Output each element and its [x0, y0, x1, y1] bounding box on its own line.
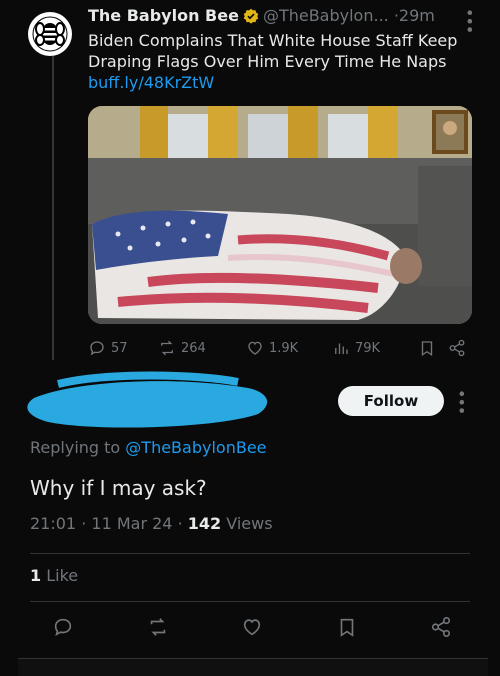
- reply-views-count: 142: [187, 514, 222, 533]
- reply-action-bar: [52, 614, 452, 640]
- author-name[interactable]: The Babylon Bee: [88, 6, 239, 25]
- like-count: 1.9K: [269, 340, 299, 356]
- replying-mention[interactable]: @TheBabylonBee: [125, 438, 266, 457]
- tweet-screen: The Babylon Bee @TheBabylon... · 29m ••• B…: [0, 0, 500, 676]
- tweet-body: Biden Complains That White House Staff K…: [88, 31, 458, 71]
- like-icon: [248, 341, 262, 355]
- reply-views-label: Views: [226, 514, 273, 533]
- reply-count: 57: [111, 340, 128, 356]
- reply-time[interactable]: 21:01: [30, 514, 76, 533]
- redacted-user-scribble: [27, 371, 268, 428]
- views-action[interactable]: 79K: [332, 339, 418, 357]
- tweet-action-bar: 57 264 1.9K 79K: [88, 338, 472, 358]
- bee-logo-icon: [32, 16, 68, 52]
- tweet-link[interactable]: buff.ly/48KrZtW: [88, 73, 214, 92]
- tweet-time[interactable]: 29m: [399, 6, 435, 25]
- divider: [30, 601, 470, 602]
- reply-text: Why if I may ask?: [30, 476, 207, 500]
- avatar-babylon-bee[interactable]: [28, 12, 72, 56]
- reply-icon[interactable]: [52, 616, 74, 638]
- likes-label: Like: [46, 566, 79, 585]
- separator-dot: ·: [177, 514, 183, 533]
- like-action[interactable]: 1.9K: [246, 339, 332, 357]
- share-action[interactable]: [448, 339, 472, 357]
- bookmark-action[interactable]: [418, 339, 448, 357]
- bookmark-icon[interactable]: [336, 616, 358, 638]
- likes-count: 1: [30, 566, 42, 585]
- likes-summary[interactable]: 1 Like: [30, 566, 78, 585]
- views-count: 79K: [355, 340, 381, 356]
- oval-office-flag-image: [88, 106, 472, 324]
- verified-badge-icon: [243, 8, 259, 28]
- tweet-image[interactable]: [88, 106, 472, 324]
- repost-count: 264: [181, 340, 206, 356]
- bookmark-icon: [421, 341, 433, 357]
- follow-button[interactable]: Follow: [338, 386, 444, 416]
- tweet-header: The Babylon Bee @TheBabylon... ·29m: [88, 6, 480, 30]
- share-icon[interactable]: [430, 616, 452, 638]
- repost-icon[interactable]: [147, 616, 169, 638]
- more-options-icon[interactable]: •••: [452, 389, 471, 414]
- divider: [30, 553, 470, 554]
- reply-icon: [90, 341, 104, 356]
- separator-dot: ·: [81, 514, 87, 533]
- author-handle[interactable]: @TheBabylon...: [263, 6, 389, 25]
- replying-prefix: Replying to: [30, 438, 121, 457]
- reply-date[interactable]: 11 Mar 24: [91, 514, 172, 533]
- tweet-text: Biden Complains That White House Staff K…: [88, 30, 468, 93]
- reply-metadata: 21:01 · 11 Mar 24 · 142 Views: [30, 514, 273, 533]
- repost-action[interactable]: 264: [158, 339, 246, 357]
- reply-action[interactable]: 57: [88, 339, 158, 357]
- replying-to: Replying to @TheBabylonBee: [30, 438, 267, 457]
- share-icon: [449, 339, 465, 357]
- bottom-edge-bar: [18, 658, 488, 676]
- views-icon: [335, 343, 348, 354]
- like-icon[interactable]: [241, 616, 263, 638]
- repost-icon: [161, 340, 173, 356]
- thread-connector: [52, 50, 54, 360]
